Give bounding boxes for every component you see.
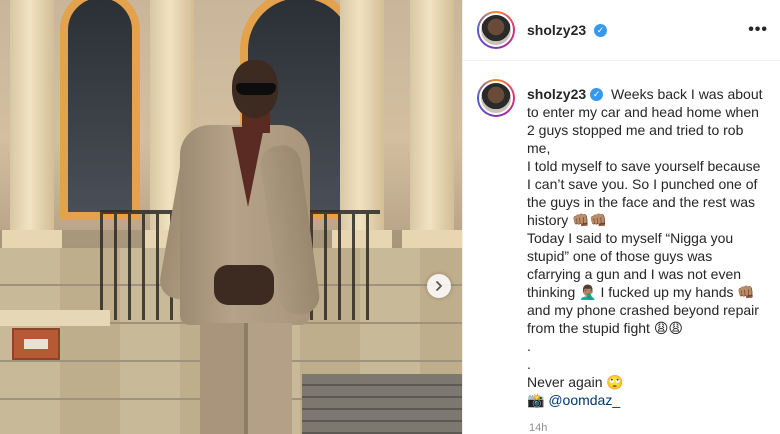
username-link[interactable]: sholzy23 ✓ (527, 22, 608, 38)
column-base (402, 230, 462, 248)
verified-badge-icon: ✓ (590, 87, 604, 101)
username-text: sholzy23 (527, 22, 587, 38)
caption-username-link[interactable]: sholzy23 ✓ (527, 86, 604, 102)
post-timestamp: 14h (529, 422, 548, 434)
caption-line: Today I said to myself “Nigga you stupid… (527, 230, 759, 336)
caption: sholzy23 ✓ Weeks back I was about to ente… (463, 61, 780, 409)
more-options-icon[interactable]: ••• (748, 21, 768, 39)
avatar[interactable] (477, 11, 515, 49)
column (410, 0, 454, 240)
chevron-right-icon (436, 281, 442, 291)
instagram-post: sholzy23 ✓ ••• sholzy23 ✓ Weeks back I wa… (0, 0, 780, 434)
wall-plaque (12, 328, 60, 360)
caption-line: . (527, 356, 531, 372)
stone-ledge (0, 310, 110, 326)
caption-line: . (527, 338, 531, 354)
post-photo[interactable] (0, 0, 462, 434)
next-photo-button[interactable] (427, 274, 451, 298)
hands (214, 265, 274, 305)
suit-trousers (200, 323, 292, 434)
post-side-panel: sholzy23 ✓ ••• sholzy23 ✓ Weeks back I wa… (462, 0, 780, 434)
caption-text: sholzy23 ✓ Weeks back I was about to ente… (527, 85, 764, 409)
caption-username-text: sholzy23 (527, 86, 587, 102)
camera-icon: 📸 (527, 392, 545, 408)
stone-steps (302, 374, 462, 434)
post-header: sholzy23 ✓ ••• (463, 0, 780, 61)
column (340, 0, 384, 240)
avatar[interactable] (477, 79, 515, 117)
verified-badge-icon: ✓ (594, 23, 608, 37)
caption-line: I told myself to save yourself because I… (527, 158, 761, 228)
arched-window (60, 0, 140, 220)
column-base (2, 230, 62, 248)
column (10, 0, 54, 240)
caption-line: Never again 🙄 (527, 374, 624, 390)
man-in-suit (157, 55, 322, 434)
sunglasses (236, 83, 276, 95)
photographer-mention-link[interactable]: @oomdaz_ (548, 392, 620, 408)
